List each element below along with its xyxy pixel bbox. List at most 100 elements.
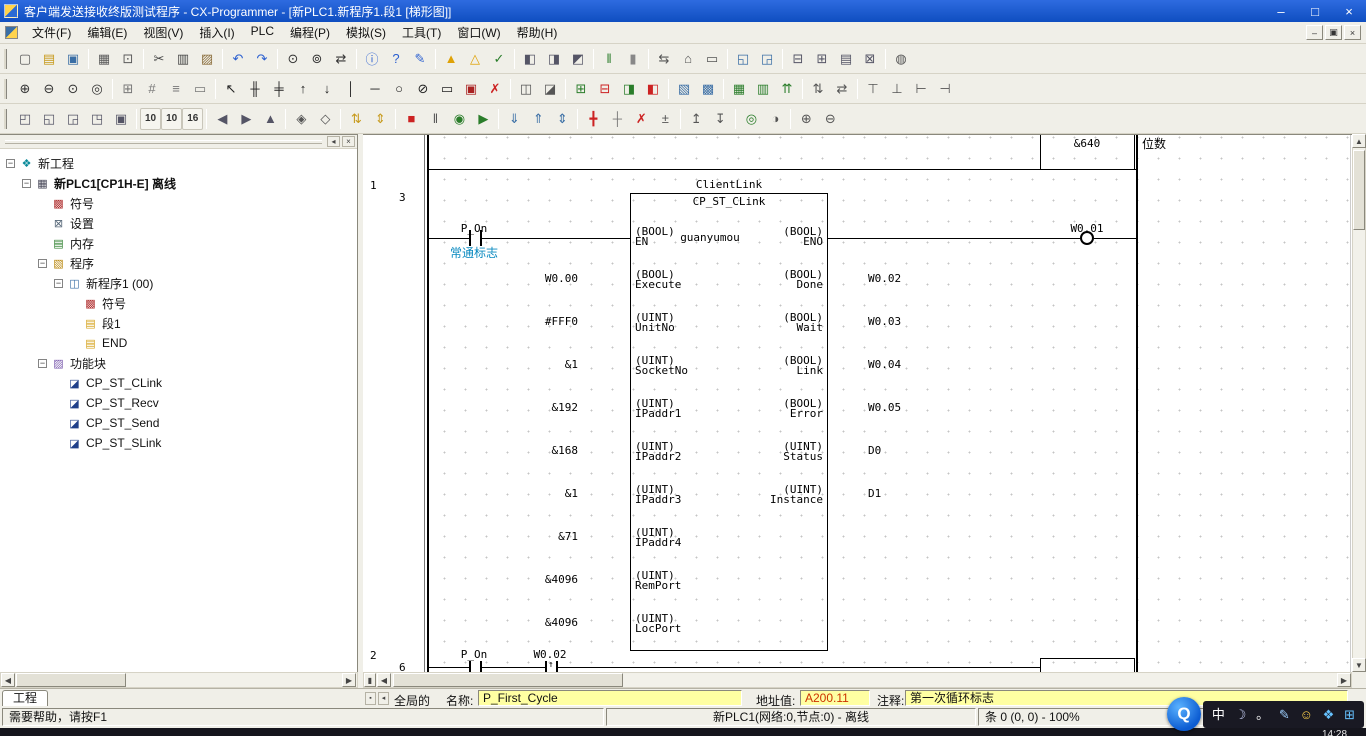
zoom-fit-icon[interactable]: ⊙ xyxy=(61,78,85,100)
watch-add-icon[interactable]: ◎ xyxy=(739,108,763,130)
format-signed-decimal-icon[interactable]: 10 xyxy=(161,108,182,130)
print-preview-icon[interactable]: ⊡ xyxy=(116,48,140,70)
monitor-pause-icon[interactable]: ‖ xyxy=(597,48,621,70)
contact-operand[interactable]: P_On xyxy=(444,223,504,235)
menu-item-window[interactable]: 窗口(W) xyxy=(449,21,508,44)
symbol-name-field[interactable]: P_First_Cycle xyxy=(478,690,742,706)
hscroll-thumb[interactable] xyxy=(393,673,623,687)
new-window-icon[interactable]: ◧ xyxy=(518,48,542,70)
open-file-icon[interactable]: ▤ xyxy=(37,48,61,70)
compile-all-icon[interactable]: △ xyxy=(463,48,487,70)
coil-operand[interactable]: W0.01 xyxy=(1057,223,1117,235)
search-ball-icon[interactable]: Q xyxy=(1167,697,1201,731)
workspace-pin-button[interactable]: ◂ xyxy=(327,136,340,147)
operand-value[interactable]: &4096 xyxy=(508,617,578,629)
format-decimal-icon[interactable]: 10 xyxy=(140,108,161,130)
cross-reference-icon[interactable]: ⇆ xyxy=(652,48,676,70)
operand-value[interactable]: W0.00 xyxy=(508,273,578,285)
hscroll-left-button[interactable]: ◀ xyxy=(377,673,391,687)
ime-pen-icon[interactable]: ✎ xyxy=(1279,708,1290,721)
taskbar[interactable] xyxy=(0,728,1366,736)
vertical-line-icon[interactable]: │ xyxy=(339,78,363,100)
operand-value[interactable]: D0 xyxy=(868,445,881,457)
differential-monitor-icon[interactable]: ⇈ xyxy=(775,78,799,100)
ime-toolbox-icon[interactable]: ⊞ xyxy=(1344,708,1355,721)
view-io-table-icon[interactable]: ▣ xyxy=(109,108,133,130)
menu-item-plc[interactable]: PLC xyxy=(243,21,282,44)
operand-value[interactable]: &192 xyxy=(508,402,578,414)
coil-closed-icon[interactable]: ⊘ xyxy=(411,78,435,100)
mdi-close-button[interactable]: × xyxy=(1344,25,1361,40)
tree-hscroll-thumb[interactable] xyxy=(16,673,126,687)
maximize-button[interactable]: □ xyxy=(1298,0,1332,22)
bookmark-icon[interactable]: ◇ xyxy=(313,108,337,130)
io-comment-icon[interactable]: ▭ xyxy=(700,48,724,70)
function-block-tool-icon[interactable]: ▣ xyxy=(459,78,483,100)
cascade-window-icon[interactable]: ◨ xyxy=(542,48,566,70)
tree-item-symbols[interactable]: ▩符号 xyxy=(0,193,357,213)
operand-value[interactable]: &168 xyxy=(508,445,578,457)
ladder-canvas[interactable]: &640位数P_On常通标志ClientLinkCP_ST_CLinkguany… xyxy=(425,135,1352,673)
close-button[interactable]: × xyxy=(1332,0,1366,22)
tree-item-program-symbols[interactable]: ▩符号 xyxy=(0,293,357,313)
find-replace-icon[interactable]: ⊚ xyxy=(305,48,329,70)
horizontal-line-icon[interactable]: ─ xyxy=(363,78,387,100)
copy-icon[interactable]: ▥ xyxy=(171,48,195,70)
operand-value[interactable]: W0.04 xyxy=(868,359,901,371)
clock-monitor-icon[interactable]: ◑ xyxy=(763,108,787,130)
view-mnemonic-icon[interactable]: ◱ xyxy=(37,108,61,130)
context-help-icon[interactable]: ✎ xyxy=(408,48,432,70)
view-symbols-icon[interactable]: ◲ xyxy=(61,108,85,130)
menu-item-simulate[interactable]: 模拟(S) xyxy=(338,21,394,44)
compare-with-plc-icon[interactable]: ⇕ xyxy=(550,108,574,130)
tree-item-section-end[interactable]: ▤END xyxy=(0,333,357,353)
delete-row-icon[interactable]: ⊟ xyxy=(593,78,617,100)
force-on-icon[interactable]: ╋ xyxy=(581,108,605,130)
show-symbol-bar-icon[interactable]: ▭ xyxy=(188,78,212,100)
monitor-data-icon[interactable]: ▦ xyxy=(727,78,751,100)
workspace-grip[interactable]: ◂× xyxy=(0,135,357,149)
symbol-bar-prev[interactable]: ◂ xyxy=(378,692,389,705)
monitor-resume-icon[interactable]: ▮ xyxy=(621,48,645,70)
differential-up-icon[interactable]: ↥ xyxy=(684,108,708,130)
menu-item-tools[interactable]: 工具(T) xyxy=(394,21,449,44)
tree-item-section-1[interactable]: ▤段1 xyxy=(0,313,357,333)
ime-halfwidth-moon-icon[interactable]: ☽ xyxy=(1235,708,1247,721)
options-icon[interactable]: ◍ xyxy=(889,48,913,70)
operand-value[interactable]: W0.05 xyxy=(868,402,901,414)
tree-item-fb-recv[interactable]: ◪CP_ST_Recv xyxy=(0,393,357,413)
menu-item-edit[interactable]: 编辑(E) xyxy=(79,21,135,44)
arrange-icons-icon[interactable]: ▤ xyxy=(834,48,858,70)
menu-item-file[interactable]: 文件(F) xyxy=(24,21,79,44)
ladder-editor[interactable]: 1326 &640位数P_On常通标志ClientLinkCP_ST_CLink… xyxy=(363,134,1352,672)
tree-hscroll-right-button[interactable]: ▶ xyxy=(342,673,356,687)
vscroll-up-button[interactable]: ▲ xyxy=(1352,134,1366,148)
menu-item-help[interactable]: 帮助(H) xyxy=(509,21,566,44)
contact-falling-icon[interactable]: ↓ xyxy=(315,78,339,100)
tree-expander-icon[interactable]: − xyxy=(6,159,15,168)
transfer-from-plc-icon[interactable]: ⇑ xyxy=(526,108,550,130)
delete-tool-icon[interactable]: ✗ xyxy=(483,78,507,100)
mdi-minimize-button[interactable]: – xyxy=(1306,25,1323,40)
monitor-hex-icon[interactable]: ▥ xyxy=(751,78,775,100)
minimize-button[interactable]: – xyxy=(1264,0,1298,22)
run-mode-icon[interactable]: ▶ xyxy=(471,108,495,130)
force-cancel-icon[interactable]: ✗ xyxy=(629,108,653,130)
zoom-out-secondary-icon[interactable]: ⊖ xyxy=(818,108,842,130)
tree-item-plc[interactable]: −▦新PLC1[CP1H-E] 离线 xyxy=(0,173,357,193)
operand-value[interactable]: &1 xyxy=(508,359,578,371)
tile-vertical-icon[interactable]: ⊞ xyxy=(810,48,834,70)
help-icon[interactable]: ? xyxy=(384,48,408,70)
tree-hscroll-left-button[interactable]: ◀ xyxy=(1,673,15,687)
operand-value[interactable]: &4096 xyxy=(508,574,578,586)
tab-project[interactable]: 工程 xyxy=(2,690,48,707)
force-off-icon[interactable]: ┼ xyxy=(605,108,629,130)
output-window-icon[interactable]: ◲ xyxy=(755,48,779,70)
ime-mode-icon[interactable]: 中 xyxy=(1212,708,1225,721)
go-next-icon[interactable]: ▶ xyxy=(234,108,258,130)
ime-skin-icon[interactable]: ❖ xyxy=(1323,708,1335,721)
tree-item-fb-send[interactable]: ◪CP_ST_Send xyxy=(0,413,357,433)
tree-item-function-blocks[interactable]: −▨功能块 xyxy=(0,353,357,373)
tree-item-new-project[interactable]: −❖新工程 xyxy=(0,153,357,173)
tree-item-program-1[interactable]: −◫新程序1 (00) xyxy=(0,273,357,293)
